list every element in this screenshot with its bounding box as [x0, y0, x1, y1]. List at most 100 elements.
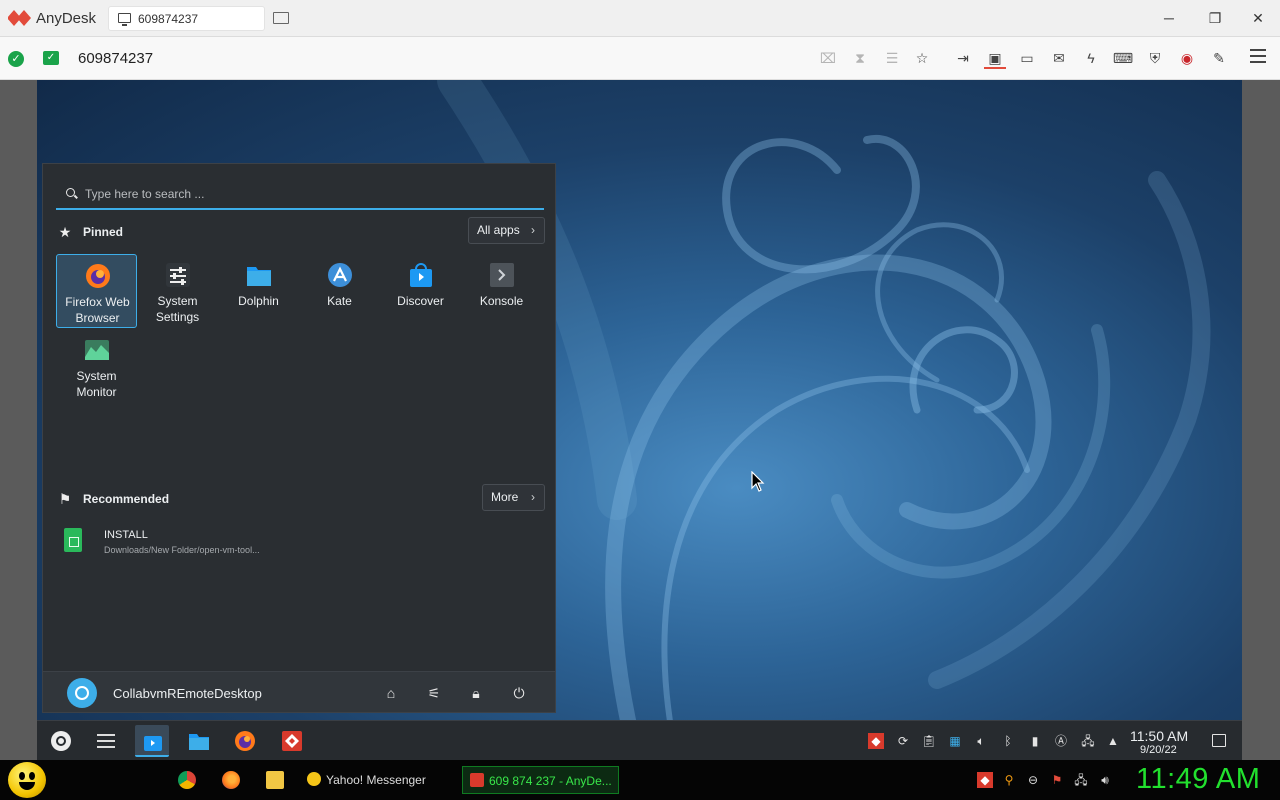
remote-desktop[interactable]: ★ Pinned All apps › Firefox Web Browser … — [37, 80, 1242, 760]
display-icon[interactable]: ▣ — [984, 47, 1006, 69]
kde-menu-button[interactable] — [43, 725, 77, 757]
session-tab[interactable]: 609874237 — [108, 6, 265, 31]
chevron-right-icon: › — [531, 223, 535, 237]
connection-ok-icon: ✓ — [8, 51, 24, 67]
tray-keyboard-layout-icon[interactable]: Ⓐ — [1053, 733, 1069, 749]
app-label: Konsole — [479, 294, 524, 308]
pinned-app-dolphin[interactable]: Dolphin — [218, 254, 299, 328]
user-avatar[interactable] — [67, 678, 97, 708]
taskbar-yahoo-messenger[interactable]: Yahoo! Messenger — [300, 766, 458, 794]
favorite-icon[interactable]: ☆ — [911, 47, 933, 69]
tray-bluetooth-icon[interactable]: ᛒ — [1000, 733, 1016, 749]
pinned-app-system-settings[interactable]: System Settings — [137, 254, 218, 328]
database-icon[interactable]: ☰ — [881, 47, 903, 69]
firefox-icon[interactable] — [222, 771, 240, 789]
tray-anydesk-icon[interactable]: ◆ — [977, 772, 993, 788]
pinned-app-firefox[interactable]: Firefox Web Browser — [56, 254, 137, 328]
app-label: System Monitor — [76, 369, 117, 399]
maximize-button[interactable]: ❐ — [1200, 7, 1230, 29]
host-clock[interactable]: 11:49 AM — [1136, 763, 1260, 796]
close-button[interactable]: ✕ — [1243, 7, 1273, 29]
chrome-icon[interactable] — [178, 771, 196, 789]
tray-anydesk-icon[interactable]: ◆ — [868, 733, 884, 749]
actions-lightning-icon[interactable]: ϟ — [1080, 47, 1102, 69]
anydesk-titlebar: AnyDesk 609874237 ─ ❐ ✕ — [0, 0, 1280, 37]
session-tab-label: 609874237 — [138, 12, 199, 26]
taskbar-system-settings[interactable] — [88, 725, 122, 757]
document-icon — [64, 528, 82, 552]
taskbar-dolphin[interactable] — [181, 725, 215, 757]
tray-volume-icon[interactable]: 🔈︎ — [973, 733, 989, 749]
session-id: 609874237 — [78, 50, 154, 67]
tray-network-icon[interactable]: 🖧︎ — [1073, 772, 1089, 788]
pinned-app-kate[interactable]: Kate — [299, 254, 380, 328]
anydesk-window-label: 609 874 237 - AnyDe... — [489, 774, 612, 788]
hamburger-menu-icon[interactable] — [1250, 49, 1266, 67]
more-button[interactable]: More › — [482, 484, 545, 511]
anydesk-icon — [282, 731, 302, 751]
app-label: Firefox Web Browser — [65, 295, 130, 325]
pinned-app-system-monitor[interactable]: System Monitor — [56, 329, 137, 403]
chevron-right-icon: › — [531, 490, 535, 504]
chat-icon[interactable]: ✉ — [1048, 47, 1070, 69]
taskbar-anydesk[interactable] — [274, 725, 308, 757]
tray-clipboard-icon[interactable]: 📋︎ — [921, 733, 937, 749]
file-transfer-icon[interactable]: ⇥ — [952, 47, 974, 69]
user-name: CollabvmREmoteDesktop — [113, 686, 262, 701]
privacy-icon[interactable]: ⌧ — [817, 47, 839, 69]
settings-sliders-icon[interactable]: ⚟ — [424, 683, 444, 703]
new-session-icon[interactable] — [273, 12, 289, 24]
all-apps-button[interactable]: All apps › — [468, 217, 545, 244]
all-apps-label: All apps — [477, 223, 520, 237]
anydesk-logo-icon — [8, 10, 31, 26]
yahoo-messenger-label: Yahoo! Messenger — [326, 773, 426, 787]
show-desktop-icon[interactable] — [1212, 734, 1226, 747]
tray-expand-arrow-icon[interactable]: ▲ — [1105, 733, 1121, 749]
anydesk-toolbar: ✓ ✓ 609874237 ⌧ ⧗ ☰ ☆ ⇥ ▣ ▭ ✉ ϟ ⌨ ⛨ ◉ ✎ — [0, 37, 1280, 80]
whiteboard-pen-icon[interactable]: ✎ — [1208, 47, 1230, 69]
tray-volume-icon[interactable]: 🔊︎ — [1097, 772, 1113, 788]
taskbar-anydesk-window[interactable]: 609 874 237 - AnyDe... — [462, 766, 619, 794]
launcher-search-input[interactable] — [85, 185, 525, 203]
tray-search-icon[interactable]: ⚲ — [1001, 772, 1017, 788]
taskbar-discover[interactable] — [135, 725, 169, 757]
dolphin-folder-icon — [247, 267, 271, 286]
hourglass-icon[interactable]: ⧗ — [849, 47, 871, 69]
tray-minus-icon[interactable]: ⊖ — [1025, 772, 1041, 788]
power-icon[interactable]: ⏻ — [509, 683, 529, 703]
home-icon[interactable]: ⌂ — [381, 683, 401, 703]
firefox-icon — [86, 264, 110, 288]
tray-flag-icon[interactable]: ⚑ — [1049, 772, 1065, 788]
minimize-button[interactable]: ─ — [1154, 7, 1184, 29]
permissions-shield-icon[interactable]: ⛨ — [1144, 47, 1166, 69]
pinned-app-konsole[interactable]: Konsole — [461, 254, 542, 328]
kde-clock-date[interactable]: 9/20/22 — [1140, 744, 1177, 756]
smiley-start-icon[interactable] — [8, 762, 46, 798]
dolphin-folder-icon — [189, 734, 209, 750]
tray-notifications-icon[interactable]: ▦ — [947, 733, 963, 749]
tray-update-icon[interactable]: ⟳ — [895, 733, 911, 749]
launcher-search-box[interactable] — [56, 178, 544, 210]
kde-logo-icon — [51, 731, 71, 751]
pinned-app-discover[interactable]: Discover — [380, 254, 461, 328]
system-monitor-icon — [85, 340, 109, 360]
file-explorer-icon[interactable] — [266, 771, 284, 789]
record-icon[interactable]: ◉ — [1176, 47, 1198, 69]
recommended-item[interactable]: INSTALL Downloads/New Folder/open-vm-too… — [57, 524, 317, 560]
konsole-icon — [490, 263, 514, 287]
view-mode-icon[interactable]: ▭ — [1016, 47, 1038, 69]
tray-removable-device-icon[interactable]: ▮ — [1027, 733, 1043, 749]
anydesk-icon — [470, 773, 484, 787]
app-label: Kate — [327, 294, 352, 308]
discover-icon — [410, 263, 432, 287]
lock-icon[interactable]: 🔒︎ — [466, 683, 486, 703]
taskbar-firefox[interactable] — [227, 725, 261, 757]
tray-network-icon[interactable]: 🖧︎ — [1080, 733, 1096, 749]
app-label: System Settings — [155, 294, 200, 324]
remote-screen-icon: ✓ — [43, 51, 59, 65]
kate-icon — [328, 263, 352, 287]
kde-clock-time[interactable]: 11:50 AM — [1130, 728, 1188, 744]
keyboard-icon[interactable]: ⌨ — [1112, 47, 1134, 69]
host-taskbar: Yahoo! Messenger 609 874 237 - AnyDe... … — [0, 760, 1280, 800]
firefox-icon — [235, 731, 255, 751]
